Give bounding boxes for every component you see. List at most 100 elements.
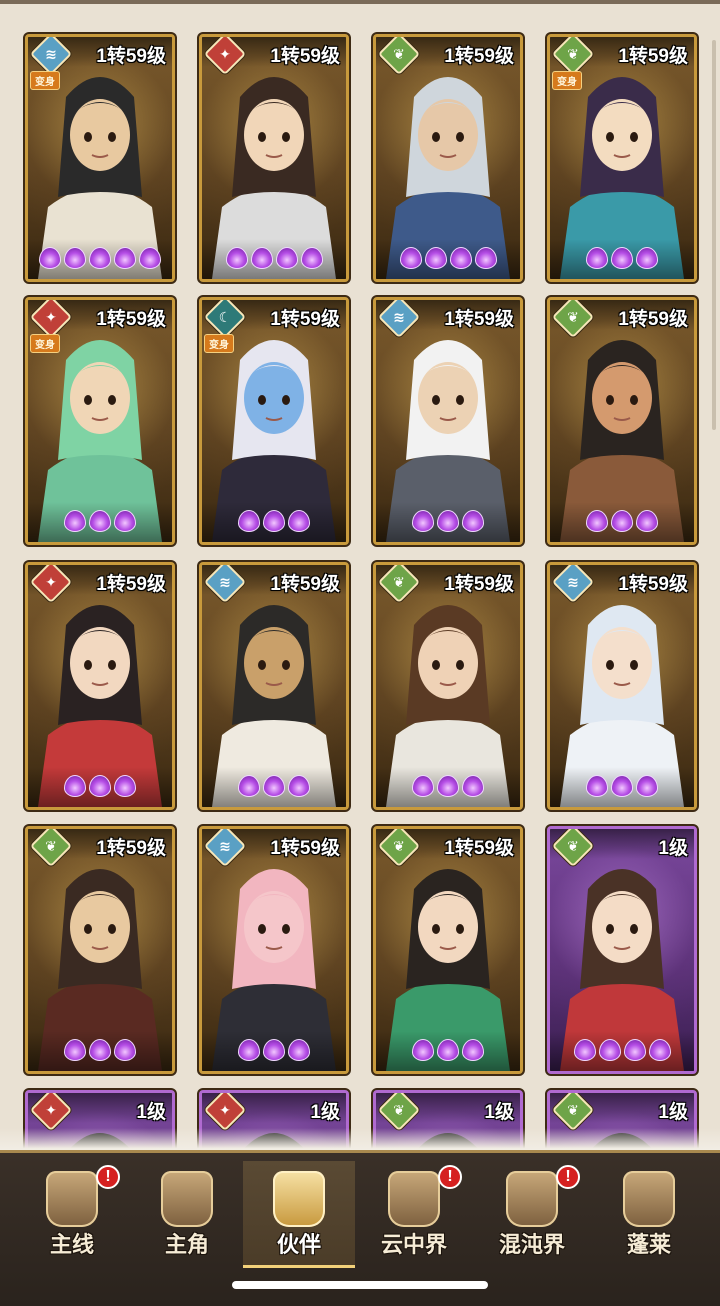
purple-flame-star-icon xyxy=(114,510,136,532)
purple-flame-star-icon xyxy=(598,1039,621,1061)
purple-flame-star-icon xyxy=(263,775,285,797)
purple-flame-star-icon xyxy=(89,510,111,532)
star-rating xyxy=(550,247,694,275)
partner-card[interactable]: ☾ 1转59级 变身 xyxy=(199,297,349,545)
purple-flame-star-icon xyxy=(462,510,484,532)
partner-card[interactable]: ❦ 1转59级 xyxy=(373,34,523,282)
purple-flame-star-icon xyxy=(89,775,111,797)
partner-card[interactable]: ❦ 1级 xyxy=(547,826,697,1074)
nav-tab-hero[interactable]: 主角 xyxy=(131,1161,243,1265)
purple-flame-star-icon xyxy=(636,775,658,797)
cloud-pavilion-icon xyxy=(388,1171,440,1227)
nav-label: 伙伴 xyxy=(276,1233,321,1258)
partner-level: 1转59级 xyxy=(96,838,166,859)
star-rating xyxy=(202,247,346,275)
nav-label: 主线 xyxy=(49,1233,94,1258)
partner-card[interactable]: ❦ 1转59级 xyxy=(373,826,523,1074)
partner-level: 1转59级 xyxy=(618,46,688,67)
purple-flame-star-icon xyxy=(288,1039,310,1061)
partner-level: 1级 xyxy=(658,838,688,859)
purple-flame-star-icon xyxy=(288,510,310,532)
purple-flame-star-icon xyxy=(474,247,497,269)
partner-level: 1转59级 xyxy=(96,309,166,330)
star-rating xyxy=(376,775,520,803)
partner-level: 1转59级 xyxy=(96,46,166,67)
purple-flame-star-icon xyxy=(437,775,459,797)
nav-tab-penglai[interactable]: 蓬莱 xyxy=(593,1161,705,1265)
crossed-swords-icon xyxy=(46,1171,98,1227)
nav-tab-partners[interactable]: 伙伴 xyxy=(243,1161,355,1268)
partner-level: 1转59级 xyxy=(270,46,340,67)
purple-flame-star-icon xyxy=(586,247,608,269)
nav-label: 主角 xyxy=(164,1233,209,1258)
partner-level: 1转59级 xyxy=(618,309,688,330)
partner-level: 1级 xyxy=(136,1102,166,1123)
home-indicator[interactable] xyxy=(232,1281,488,1289)
crown-helmet-icon xyxy=(273,1171,325,1227)
transform-badge: 变身 xyxy=(30,334,60,353)
partner-card[interactable]: ❦ 1转59级 xyxy=(373,562,523,810)
purple-flame-star-icon xyxy=(114,247,136,269)
purple-flame-star-icon xyxy=(238,775,260,797)
partner-card[interactable]: ≋ 1转59级 xyxy=(199,826,349,1074)
purple-flame-star-icon xyxy=(611,510,633,532)
scrollbar[interactable] xyxy=(712,40,716,430)
purple-flame-star-icon xyxy=(648,1039,671,1061)
partner-card[interactable]: ❦ 1转59级 xyxy=(547,297,697,545)
alert-badge: ! xyxy=(96,1165,120,1189)
nav-label: 云中界 xyxy=(380,1233,447,1258)
partner-level: 1级 xyxy=(484,1102,514,1123)
star-rating xyxy=(28,1039,172,1067)
partner-card[interactable]: ≋ 1转59级 xyxy=(547,562,697,810)
star-rating xyxy=(550,775,694,803)
purple-flame-star-icon xyxy=(275,247,298,269)
star-rating xyxy=(28,510,172,538)
transform-badge: 变身 xyxy=(204,334,234,353)
partner-level: 1转59级 xyxy=(444,46,514,67)
partner-card[interactable]: ❦ 1转59级 xyxy=(25,826,175,1074)
purple-flame-star-icon xyxy=(412,1039,434,1061)
star-rating xyxy=(550,510,694,538)
purple-flame-star-icon xyxy=(412,775,434,797)
star-rating xyxy=(376,247,520,275)
purple-flame-star-icon xyxy=(399,247,422,269)
purple-flame-star-icon xyxy=(636,247,658,269)
purple-flame-star-icon xyxy=(263,510,285,532)
partner-card[interactable]: ≋ 1转59级 变身 xyxy=(25,34,175,282)
alert-badge: ! xyxy=(556,1165,580,1189)
partner-card[interactable]: ✦ 1转59级 xyxy=(199,34,349,282)
partner-card[interactable]: ≋ 1转59级 xyxy=(199,562,349,810)
star-rating xyxy=(376,510,520,538)
purple-flame-star-icon xyxy=(636,510,658,532)
purple-flame-star-icon xyxy=(238,510,260,532)
nav-tab-main-quest[interactable]: ! 主线 xyxy=(16,1161,128,1265)
purple-flame-star-icon xyxy=(64,775,86,797)
partner-card[interactable]: ✦ 1转59级 xyxy=(25,562,175,810)
purple-flame-star-icon xyxy=(64,510,86,532)
purple-flame-star-icon xyxy=(89,247,111,269)
purple-flame-star-icon xyxy=(263,1039,285,1061)
partner-level: 1转59级 xyxy=(618,574,688,595)
partner-grid[interactable]: ≋ 1转59级 变身 ✦ 1转59级 ❦ 1转59级 ❦ 1转59级 变身 ✦ 1转59级 变身 ☾ 1转5… xyxy=(0,0,720,1160)
purple-flame-star-icon xyxy=(586,510,608,532)
star-rating xyxy=(202,1039,346,1067)
partner-level: 1转59级 xyxy=(444,838,514,859)
purple-flame-star-icon xyxy=(462,775,484,797)
star-rating xyxy=(376,1039,520,1067)
transform-badge: 变身 xyxy=(30,71,60,90)
partner-card[interactable]: ❦ 1转59级 变身 xyxy=(547,34,697,282)
nav-tab-cloud-realm[interactable]: ! 云中界 xyxy=(358,1161,470,1265)
partner-level: 1级 xyxy=(658,1102,688,1123)
purple-flame-star-icon xyxy=(64,247,86,269)
nav-tab-chaos-realm[interactable]: ! 混沌界 xyxy=(476,1161,588,1265)
partner-card[interactable]: ✦ 1转59级 变身 xyxy=(25,297,175,545)
purple-flame-star-icon xyxy=(412,510,434,532)
nav-label: 蓬莱 xyxy=(626,1233,671,1258)
chaos-bell-icon xyxy=(506,1171,558,1227)
purple-flame-star-icon xyxy=(64,1039,86,1061)
purple-flame-star-icon xyxy=(114,1039,136,1061)
penglai-sage-icon xyxy=(623,1171,675,1227)
purple-flame-star-icon xyxy=(586,775,608,797)
purple-flame-star-icon xyxy=(89,1039,111,1061)
partner-card[interactable]: ≋ 1转59级 xyxy=(373,297,523,545)
